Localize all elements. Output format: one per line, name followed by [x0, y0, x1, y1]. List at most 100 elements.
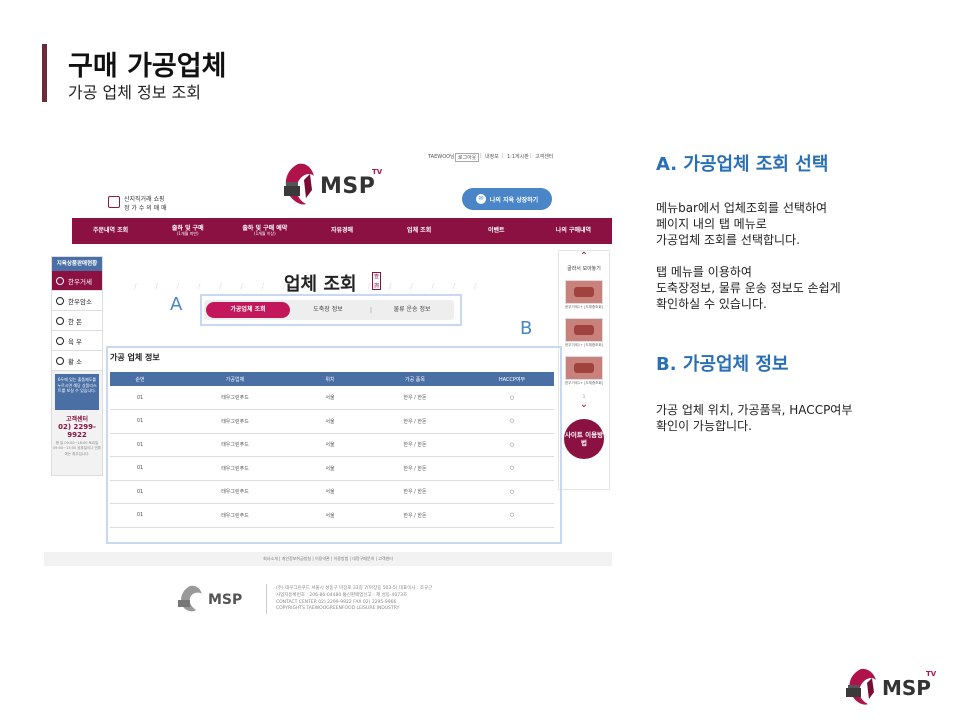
- user-name: TAEWOO님: [428, 154, 455, 160]
- company-tabs: 가공업체 조회 도축장 정보 | 물류 운송 정보: [204, 300, 454, 320]
- footer-logo-mark-icon: [178, 585, 202, 612]
- footer-info-line: (주) 태우그린푸드 서울시 성동구 마장로 33길 7(마장동 503-5) …: [276, 586, 433, 591]
- cow-icon: [56, 356, 64, 365]
- explanation-a-body: 메뉴bar에서 업체조회를 선택하여 페이지 내의 탭 메뉴로 가공업체 조회를…: [656, 200, 841, 312]
- cell-haccp: ○: [470, 456, 554, 481]
- footer-links[interactable]: 회사소개 | 개인정보취급방침 | 이용약관 | 이용방법 | 대량구매문의 |…: [44, 552, 612, 566]
- table-row[interactable]: 01 태우그린푸드 서울 한우 / 한돈 ○: [110, 503, 554, 528]
- tab-slaughterhouse[interactable]: 도축장 정보: [290, 302, 366, 318]
- cell-no: 01: [110, 386, 170, 410]
- product-thumbnail[interactable]: [565, 318, 603, 342]
- nav-item-event[interactable]: 이벤트: [458, 218, 535, 244]
- nav-item-company-search[interactable]: 업체 조회: [381, 218, 458, 244]
- product-thumbnail[interactable]: [565, 356, 603, 380]
- cell-company: 태우그린푸드: [170, 456, 300, 481]
- tab-logistics[interactable]: 물류 운송 정보: [376, 302, 448, 318]
- explanation-line: 가공 업체 위치, 가공품목, HACCP여부: [656, 403, 853, 417]
- logo-text: MSP: [320, 174, 376, 199]
- customer-center-label: 고객센터: [65, 416, 89, 423]
- consult-button[interactable]: ✉ 나의 지육 상장하기: [462, 188, 552, 210]
- logo-mark-icon: [284, 163, 314, 205]
- column-header: 위치: [300, 372, 360, 386]
- sidebar-item-label: 황 소: [68, 357, 83, 366]
- corner-logo: MSP TV: [840, 666, 940, 710]
- logo-tv: TV: [372, 168, 383, 176]
- product-caption: 한우거세1+ [도체중조회]: [565, 343, 603, 347]
- nav-sublabel: (1개월 이상): [254, 231, 276, 237]
- explanation-line: 페이지 내의 탭 메뉴로: [656, 217, 767, 231]
- right-sidebar-label: 골라서 모아놓기: [567, 266, 601, 272]
- cell-location: 서울: [300, 386, 360, 410]
- sidebar-item-hanwoo-cow[interactable]: 한우암소: [52, 291, 102, 311]
- cell-haccp: ○: [470, 433, 554, 457]
- sidebar-item-hanwoo-steer[interactable]: 한우거세: [52, 271, 102, 291]
- sidebar-item-handon[interactable]: 한 돈: [52, 311, 102, 331]
- nav-item-ship-buy-reserve[interactable]: 출하 및 구매 예약 (1개월 이상): [226, 218, 303, 244]
- tab-processor[interactable]: 가공업체 조회: [206, 302, 290, 318]
- cell-company: 태우그린푸드: [170, 409, 300, 434]
- sidebar-item-yukwoo[interactable]: 육 우: [52, 331, 102, 351]
- cell-company: 태우그린푸드: [170, 480, 300, 504]
- table-row[interactable]: 01 태우그린푸드 서울 한우 / 한돈 ○: [110, 409, 554, 434]
- explanation-line: 메뉴bar에서 업체조회를 선택하여: [656, 201, 828, 215]
- nav-item-ship-buy[interactable]: 출하 및 구매 (1개월 미만): [149, 218, 226, 244]
- table-header-row: 순번 가공업체 위치 가공 품목 HACCP여부: [110, 372, 554, 386]
- cell-company: 태우그린푸드: [170, 433, 300, 457]
- divider: |: [480, 153, 482, 159]
- customer-center-hours: 평 일 09:00~18:00 토요일 09:00~13:00 공휴일이나 연휴…: [53, 441, 101, 456]
- right-sidebar: ⌃ 골라서 모아놓기 한우거세1+ [도체중조회] 한우거세1+ [도체중조회]…: [558, 250, 610, 490]
- product-thumbnail[interactable]: [565, 280, 603, 304]
- cell-company: 태우그린푸드: [170, 503, 300, 528]
- nav-label: 나의 구매내역: [555, 227, 592, 235]
- promo-line-1: 산지직거래 쇼핑: [124, 196, 165, 203]
- logout-link[interactable]: 로그아웃: [455, 153, 480, 162]
- corner-logo-text: MSP: [882, 676, 931, 700]
- footer-info-line: COPYRIGHTS TAEWOOGREENFOOD LEISURE INDUS…: [276, 606, 400, 612]
- table-row[interactable]: 01 태우그린푸드 서울 한우 / 한돈 ○: [110, 386, 554, 410]
- customer-center-phone: 02) 2299-9922: [58, 423, 96, 439]
- slide-subtitle: 가공 업체 정보 조회: [68, 83, 202, 102]
- explanation-line: [656, 248, 841, 264]
- cell-haccp: ○: [470, 409, 554, 434]
- section-title: 가공 업체 정보: [110, 353, 160, 362]
- cell-location: 서울: [300, 433, 360, 457]
- highlight-label-b: B: [520, 318, 533, 339]
- chevron-up-icon[interactable]: ⌃: [559, 251, 609, 263]
- site-logo[interactable]: MSP TV: [276, 160, 396, 212]
- nav-item-auction[interactable]: 자유경매: [303, 218, 380, 244]
- column-header: 가공 품목: [360, 372, 470, 386]
- cell-location: 서울: [300, 503, 360, 528]
- cell-haccp: ○: [470, 386, 554, 410]
- explanation-b-title: B. 가공업체 정보: [656, 354, 789, 375]
- promo-banner[interactable]: 산지직거래 쇼핑 정 가 수 의 매 매: [108, 192, 198, 216]
- website-screenshot: TAEWOO님 로그아웃 | 내정보 | 1:1게시판 | 고객센터 MSP T…: [44, 140, 612, 620]
- nav-item-my-purchases[interactable]: 나의 구매내역: [535, 218, 612, 244]
- qna-link[interactable]: 1:1게시판: [507, 153, 529, 160]
- site-guide-button[interactable]: 사이트 이용방법: [564, 419, 604, 459]
- column-header: 순번: [110, 372, 170, 386]
- table-row[interactable]: 01 태우그린푸드 서울 한우 / 한돈 ○: [110, 480, 554, 504]
- footer-logo-text: MSP: [208, 592, 243, 608]
- cell-no: 01: [110, 409, 170, 434]
- table-row[interactable]: 01 태우그린푸드 서울 한우 / 한돈 ○: [110, 456, 554, 481]
- table-row[interactable]: 01 태우그린푸드 서울 한우 / 한돈 ○: [110, 433, 554, 457]
- nav-label: 업체 조회: [407, 227, 432, 235]
- cell-haccp: ○: [470, 503, 554, 528]
- sidebar-item-bull[interactable]: 황 소: [52, 351, 102, 371]
- cell-items: 한우 / 한돈: [360, 409, 470, 434]
- nav-item-order-history[interactable]: 주문내역 조회: [72, 218, 149, 244]
- corner-logo-mark-icon: [846, 668, 876, 705]
- product-caption: 한우거세1+ [도체중조회]: [565, 305, 603, 309]
- divider: |: [502, 153, 504, 159]
- myinfo-link[interactable]: 내정보: [485, 153, 499, 160]
- explanation-a-title: A. 가공업체 조회 선택: [656, 154, 829, 175]
- explanation-line: 가공업체 조회를 선택합니다.: [656, 233, 800, 247]
- sidebar-notice: 6두에 있는 출품제도를 누르시면 해당 상품리스트를 보실 수 있습니다.: [55, 374, 99, 410]
- footer-divider: [266, 584, 267, 614]
- support-link[interactable]: 고객센터: [535, 153, 553, 160]
- explanation-line: 확인이 가능합니다.: [656, 419, 752, 433]
- pig-icon: [56, 316, 64, 325]
- chevron-down-icon[interactable]: ⌄: [559, 399, 609, 411]
- explanation-b-body: 가공 업체 위치, 가공품목, HACCP여부 확인이 가능합니다.: [656, 402, 852, 434]
- page-title: 업체 조회: [284, 274, 357, 295]
